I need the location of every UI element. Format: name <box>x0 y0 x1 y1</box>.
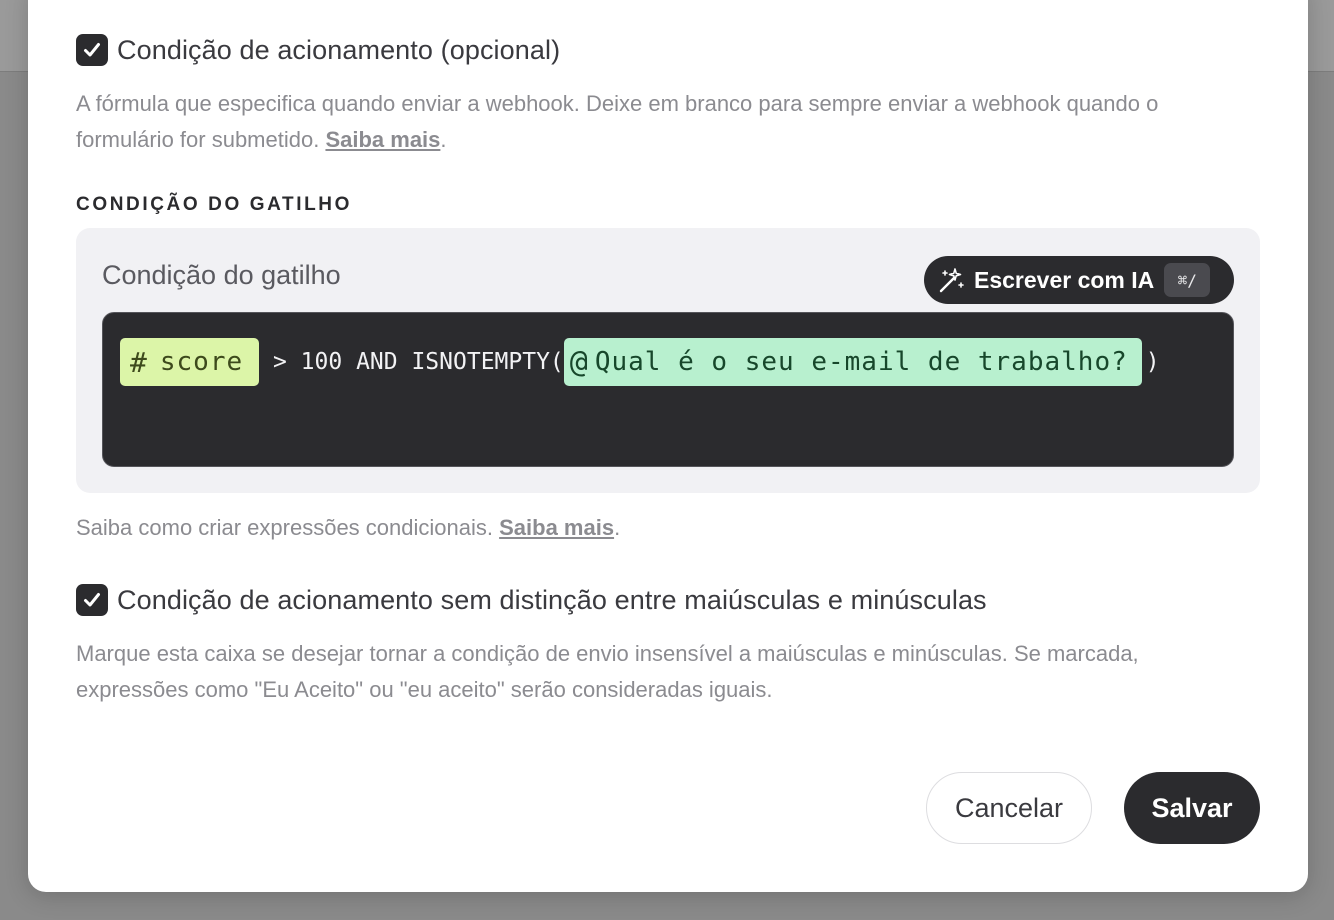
case-insensitive-row[interactable]: Condição de acionamento sem distinção en… <box>76 584 987 616</box>
formula-closing-paren: ) <box>1145 349 1160 375</box>
case-insensitive-checkbox[interactable] <box>76 584 108 616</box>
question-reference-token[interactable]: @ Qual é o seu e-mail de trabalho? <box>563 338 1142 386</box>
formula-editor[interactable]: # score > 100 AND ISNOTEMPTY( @ Qual é o… <box>102 312 1234 467</box>
section-label: CONDIÇÃO DO GATILHO <box>76 194 352 215</box>
trigger-condition-description-text: A fórmula que especifica quando enviar a… <box>76 91 1159 152</box>
learn-more-conditional-link[interactable]: Saiba mais <box>499 515 614 540</box>
trigger-condition-title: Condição de acionamento (opcional) <box>117 34 561 65</box>
case-insensitive-title: Condição de acionamento sem distinção en… <box>117 584 987 615</box>
condition-panel-title: Condição do gatilho <box>102 260 341 290</box>
write-with-ai-button[interactable]: Escrever com IA ⌘/ <box>924 256 1234 304</box>
keyboard-shortcut-badge: ⌘/ <box>1164 263 1211 297</box>
cancel-button[interactable]: Cancelar <box>926 772 1092 844</box>
field-token-label: score <box>159 347 244 377</box>
conditional-help-period: . <box>614 515 621 540</box>
conditional-help-text-content: Saiba como criar expressões condicionais… <box>76 515 493 540</box>
number-field-icon: # <box>130 345 148 379</box>
learn-more-link[interactable]: Saiba mais <box>325 127 440 152</box>
field-token-score[interactable]: # score <box>120 338 260 386</box>
trigger-condition-description: A fórmula que especifica quando enviar a… <box>76 86 1236 158</box>
question-reference-label: Qual é o seu e-mail de trabalho? <box>594 347 1128 377</box>
trigger-condition-checkbox[interactable] <box>76 34 108 66</box>
save-button[interactable]: Salvar <box>1124 772 1260 844</box>
write-with-ai-label: Escrever com IA <box>974 266 1155 293</box>
formula-operator-text: > 100 AND ISNOTEMPTY( <box>259 349 564 375</box>
check-icon <box>84 593 100 607</box>
check-icon <box>84 43 100 57</box>
condition-panel: Condição do gatilho Escrever com IA ⌘/ #… <box>76 228 1260 493</box>
magic-wand-icon <box>939 268 964 293</box>
trigger-condition-period: . <box>440 127 447 152</box>
mention-icon: @ <box>569 344 589 380</box>
webhook-settings-modal: Condição de acionamento (opcional) A fór… <box>28 0 1308 892</box>
case-insensitive-description: Marque esta caixa se desejar tornar a co… <box>76 641 1139 702</box>
trigger-condition-row[interactable]: Condição de acionamento (opcional) <box>76 34 560 66</box>
conditional-help-text: Saiba como criar expressões condicionais… <box>76 510 1236 546</box>
formula-expression: # score > 100 AND ISNOTEMPTY( @ Qual é o… <box>120 338 1160 386</box>
